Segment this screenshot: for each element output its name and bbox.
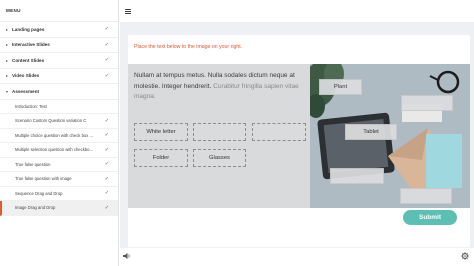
desk-photo: Plant Tablet <box>310 64 470 208</box>
section-label: Video Slides <box>12 73 40 79</box>
sidebar-item-multiple-choice[interactable]: Multiple choice question with check box … <box>0 129 118 143</box>
item-label: Scenario Custom Question variation C <box>15 118 87 124</box>
sidebar-section-landing-pages[interactable]: ▸ Landing pages ✓ <box>0 22 118 38</box>
slide-content: Place the text below to the image on you… <box>120 22 474 248</box>
submit-button[interactable]: Submit <box>403 210 457 225</box>
item-label: Image Drag and Drop <box>15 205 56 211</box>
check-icon: ✓ <box>104 161 109 168</box>
drop-zone-empty[interactable] <box>330 168 384 184</box>
check-icon: ✓ <box>104 41 109 48</box>
drop-zone-tablet[interactable]: Tablet <box>345 124 397 140</box>
source-slot-empty[interactable] <box>252 123 306 141</box>
text-panel: Nullam at tempus metus. Nulla sodales di… <box>128 64 310 208</box>
bottom-bar <box>119 248 474 266</box>
sidebar-item-scenario-question[interactable]: Scenario Custom Question variation C ✓ <box>0 114 118 129</box>
section-label: Assessment <box>12 88 40 94</box>
check-icon: ✓ <box>104 132 109 139</box>
draggable-folder[interactable]: Folder <box>134 149 188 167</box>
menu-title: MENU <box>6 8 21 13</box>
sidebar-item-sequence-drag-drop[interactable]: Sequence Drag and Drop ✓ <box>0 187 118 201</box>
item-label: Sequence Drag and Drop <box>15 190 63 196</box>
sidebar-item-multiple-selection[interactable]: Multiple selection question with checkbo… <box>0 143 118 158</box>
sidebar-item-introduction-test[interactable]: Introduction: Test <box>0 100 118 114</box>
instruction-text: Place the text below to the image on you… <box>134 44 243 50</box>
draggable-glasses[interactable]: Glasses <box>193 149 246 167</box>
sidebar-menu: MENU ▸ Landing pages ✓ ▸ Interactive Sli… <box>0 0 119 266</box>
sidebar-item-image-drag-drop[interactable]: Image Drag and Drop ✓ <box>0 201 118 216</box>
item-label: True false question <box>15 161 51 167</box>
speaker-icon[interactable] <box>123 252 131 260</box>
drop-zone-empty[interactable] <box>400 188 452 204</box>
check-icon: ✓ <box>104 117 109 124</box>
question-text: Nullam at tempus metus. Nulla sodales di… <box>134 71 308 103</box>
section-label: Interactive Slides <box>12 42 50 48</box>
sidebar-section-assessment[interactable]: ▾ Assessment <box>0 84 118 100</box>
sidebar-section-video-slides[interactable]: ▸ Video Slides ✓ <box>0 69 118 84</box>
item-label: Multiple selection question with checkbo… <box>15 147 93 153</box>
app-window: MENU ▸ Landing pages ✓ ▸ Interactive Sli… <box>0 0 474 266</box>
section-label: Landing pages <box>12 26 45 32</box>
source-slot-empty[interactable] <box>193 123 246 141</box>
item-label: Introduction: Test <box>15 103 47 109</box>
sidebar-item-true-false-image[interactable]: True false question with image ✓ <box>0 172 118 187</box>
sidebar-item-true-false[interactable]: True false question ✓ <box>0 158 118 172</box>
question-card: Place the text below to the image on you… <box>128 35 470 247</box>
menu-header: MENU <box>0 0 118 22</box>
check-icon: ✓ <box>104 57 109 64</box>
item-label: True false question with image <box>15 176 72 182</box>
top-bar <box>119 0 474 22</box>
check-icon: ✓ <box>104 175 109 182</box>
sidebar-section-content-slides[interactable]: ▸ Content Slides ✓ <box>0 53 118 69</box>
section-label: Content Slides <box>12 57 45 63</box>
drop-zone-empty[interactable] <box>401 95 453 111</box>
drop-zone-plant[interactable]: Plant <box>319 79 362 95</box>
item-label: Multiple choice question with check box … <box>15 132 93 138</box>
check-icon: ✓ <box>104 204 109 211</box>
gear-icon[interactable] <box>461 252 469 260</box>
check-icon: ✓ <box>104 190 109 197</box>
check-icon: ✓ <box>104 26 109 33</box>
check-icon: ✓ <box>104 72 109 79</box>
sidebar-section-interactive-slides[interactable]: ▸ Interactive Slides ✓ <box>0 38 118 53</box>
hamburger-menu-icon[interactable] <box>125 8 131 14</box>
draggable-white-letter[interactable]: White letter <box>134 123 188 141</box>
check-icon: ✓ <box>104 146 109 153</box>
